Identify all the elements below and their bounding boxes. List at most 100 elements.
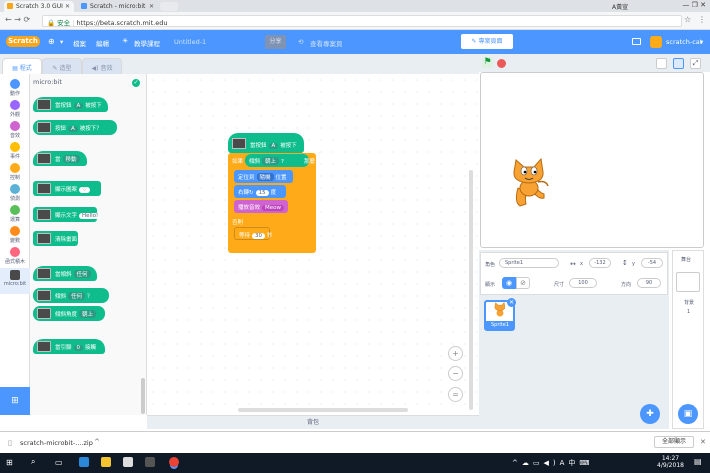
task-view-icon[interactable]: ▭ xyxy=(55,458,63,467)
palette-block[interactable]: 當按鈕 A 被按下 xyxy=(33,97,108,112)
app-icon[interactable] xyxy=(145,457,155,467)
system-tray-icons[interactable]: ^☁▭◀)A中⌨ xyxy=(512,458,594,468)
palette-scrollbar[interactable] xyxy=(141,378,145,414)
menu-tutorials[interactable]: 教學課程 xyxy=(134,38,160,48)
pencil-icon: ✎ xyxy=(471,38,477,45)
notification-icon[interactable]: ▤ xyxy=(694,457,702,466)
avatar[interactable] xyxy=(650,36,662,48)
scripts-vertical-scrollbar[interactable] xyxy=(469,170,473,410)
account-chevron-down-icon[interactable]: ▾ xyxy=(700,38,703,46)
green-flag-icon[interactable]: ⚑ xyxy=(482,57,493,68)
download-bar xyxy=(0,431,710,453)
tab-sounds[interactable]: ◀) 音效 xyxy=(82,58,122,74)
direction-input[interactable]: 90 xyxy=(637,278,661,288)
fullscreen-icon[interactable]: ⤢ xyxy=(690,58,701,69)
window-controls[interactable]: — ❐ ✕ xyxy=(682,1,706,9)
category-my-blocks[interactable]: 函式積木 xyxy=(0,245,30,270)
browser-tab[interactable]: Scratch - micro:bit ✕ xyxy=(78,1,158,12)
show-eye-icon[interactable]: ◉ xyxy=(502,277,516,289)
y-input[interactable]: -54 xyxy=(641,258,663,268)
backpack[interactable]: 背包 xyxy=(147,415,479,429)
palette-block[interactable]: 清除畫面 xyxy=(33,231,78,246)
browser-tab-active[interactable]: Scratch 3.0 GUI ✕ xyxy=(4,1,74,12)
palette-block[interactable]: 按鈕 A 被按下？ xyxy=(33,120,117,135)
palette-block[interactable]: 當傾斜 任何 xyxy=(33,266,97,281)
edge-icon[interactable] xyxy=(79,457,89,467)
microbit-icon xyxy=(37,99,51,110)
small-stage-icon[interactable] xyxy=(656,58,667,69)
menu-dots-icon[interactable]: ⋮ xyxy=(698,15,706,24)
category-dot-icon xyxy=(10,226,20,236)
category-dot-icon xyxy=(10,247,20,257)
sprite-label: 角色 xyxy=(485,262,496,268)
search-icon[interactable]: ⌕ xyxy=(31,457,35,467)
scratch-logo[interactable]: Scratch xyxy=(6,36,40,47)
show-all-button[interactable]: 全部顯示 xyxy=(654,436,694,448)
see-project-page-link[interactable]: 查看專案頁 xyxy=(310,38,343,48)
choose-sprite-button[interactable]: ✚ xyxy=(640,404,660,424)
close-icon[interactable]: ✕ xyxy=(700,438,706,446)
windows-start-icon[interactable]: ⊞ xyxy=(6,458,13,467)
palette-block[interactable]: 傾斜 任何？ xyxy=(33,288,109,303)
clock-date: 4/9/2018 xyxy=(657,462,684,469)
globe-icon[interactable]: ⊕ xyxy=(48,37,55,46)
forward-icon: → xyxy=(14,15,21,24)
connected-check-icon[interactable]: ✓ xyxy=(132,79,140,87)
project-title[interactable]: Untitled-1 xyxy=(174,38,206,46)
nav-buttons[interactable]: ← → ⟳ xyxy=(5,15,30,24)
zoom-reset-icon: = xyxy=(452,390,459,399)
secure-label: 安全 xyxy=(57,19,71,27)
category-dot-icon xyxy=(10,184,20,194)
cat-add-icon: ✚ xyxy=(646,409,654,419)
x-input[interactable]: -132 xyxy=(589,258,611,268)
cat-sprite-icon[interactable] xyxy=(508,158,550,210)
wait-block[interactable]: 等待 30 秒 xyxy=(234,227,273,240)
turn-block[interactable]: 右轉↻ 15 度 xyxy=(234,185,286,198)
hide-eye-icon[interactable]: ⊘ xyxy=(516,277,530,289)
size-input[interactable]: 100 xyxy=(569,278,597,288)
download-file-name[interactable]: scratch-microbit-....zip xyxy=(20,439,93,447)
bookmark-star-icon[interactable]: ☆ xyxy=(684,15,691,24)
palette-block[interactable]: 當引腳 0 接觸 xyxy=(33,339,105,354)
scripts-horizontal-scrollbar[interactable] xyxy=(238,408,408,412)
close-icon[interactable]: ✕ xyxy=(65,3,70,10)
goto-block[interactable]: 定位到 隨機 位置 xyxy=(234,170,293,183)
menu-edit[interactable]: 編輯 xyxy=(96,38,109,48)
project-page-button[interactable]: ✎ 專案頁面 xyxy=(461,34,513,49)
chrome-icon[interactable] xyxy=(169,457,179,467)
large-stage-icon[interactable] xyxy=(673,58,684,69)
backdrops-label: 背景 xyxy=(684,300,695,306)
folder-icon[interactable] xyxy=(632,38,641,45)
palette-block[interactable]: 顯示文字 Hello! xyxy=(33,207,102,222)
script-hat-block[interactable]: 當按鈕 A 被按下 xyxy=(228,133,304,153)
play-sound-block[interactable]: 播放音效 Meow xyxy=(234,200,288,213)
zoom-in-button[interactable]: + xyxy=(448,346,463,361)
zoom-out-button[interactable]: − xyxy=(448,366,463,381)
username[interactable]: scratch-cat xyxy=(666,38,702,46)
zoom-reset-button[interactable]: = xyxy=(448,387,463,402)
lock-icon: 🔒 xyxy=(47,19,56,27)
show-label: 顯示 xyxy=(485,282,496,288)
sprite-thumbnail-label: Sprite1 xyxy=(486,321,514,329)
store-icon[interactable] xyxy=(123,457,133,467)
stage-thumbnail[interactable] xyxy=(676,272,700,292)
tab-costumes[interactable]: ✎ 造型 xyxy=(42,58,82,74)
taskbar-clock[interactable]: 14:27 4/9/2018 xyxy=(657,455,684,469)
share-button[interactable]: 分享 xyxy=(265,35,286,49)
palette-block[interactable]: 傾斜角度 朝上 xyxy=(33,306,105,321)
chevron-up-icon[interactable]: ^ xyxy=(94,438,100,446)
sprite-name-input[interactable]: Sprite1 xyxy=(499,258,559,268)
stop-icon[interactable] xyxy=(497,59,506,68)
explorer-icon[interactable] xyxy=(101,457,111,467)
tab-code[interactable]: ▤ 程式 xyxy=(2,58,42,74)
new-tab-button[interactable] xyxy=(160,2,178,11)
remix-icon: ⟲ xyxy=(298,38,304,46)
address-bar[interactable]: 🔒 安全 | https://beta.scratch.mit.edu xyxy=(42,15,682,27)
add-extension-button[interactable]: ⊞ xyxy=(0,387,30,415)
close-icon[interactable]: ✕ xyxy=(149,3,154,10)
palette-block[interactable]: 當移動 xyxy=(33,151,87,166)
category-microbit[interactable]: micro:bit xyxy=(0,268,30,294)
palette-block[interactable]: 顯示圖案 ♡ xyxy=(33,181,101,196)
menu-file[interactable]: 檔案 xyxy=(73,38,86,48)
choose-backdrop-button[interactable]: ▣ xyxy=(678,404,698,424)
